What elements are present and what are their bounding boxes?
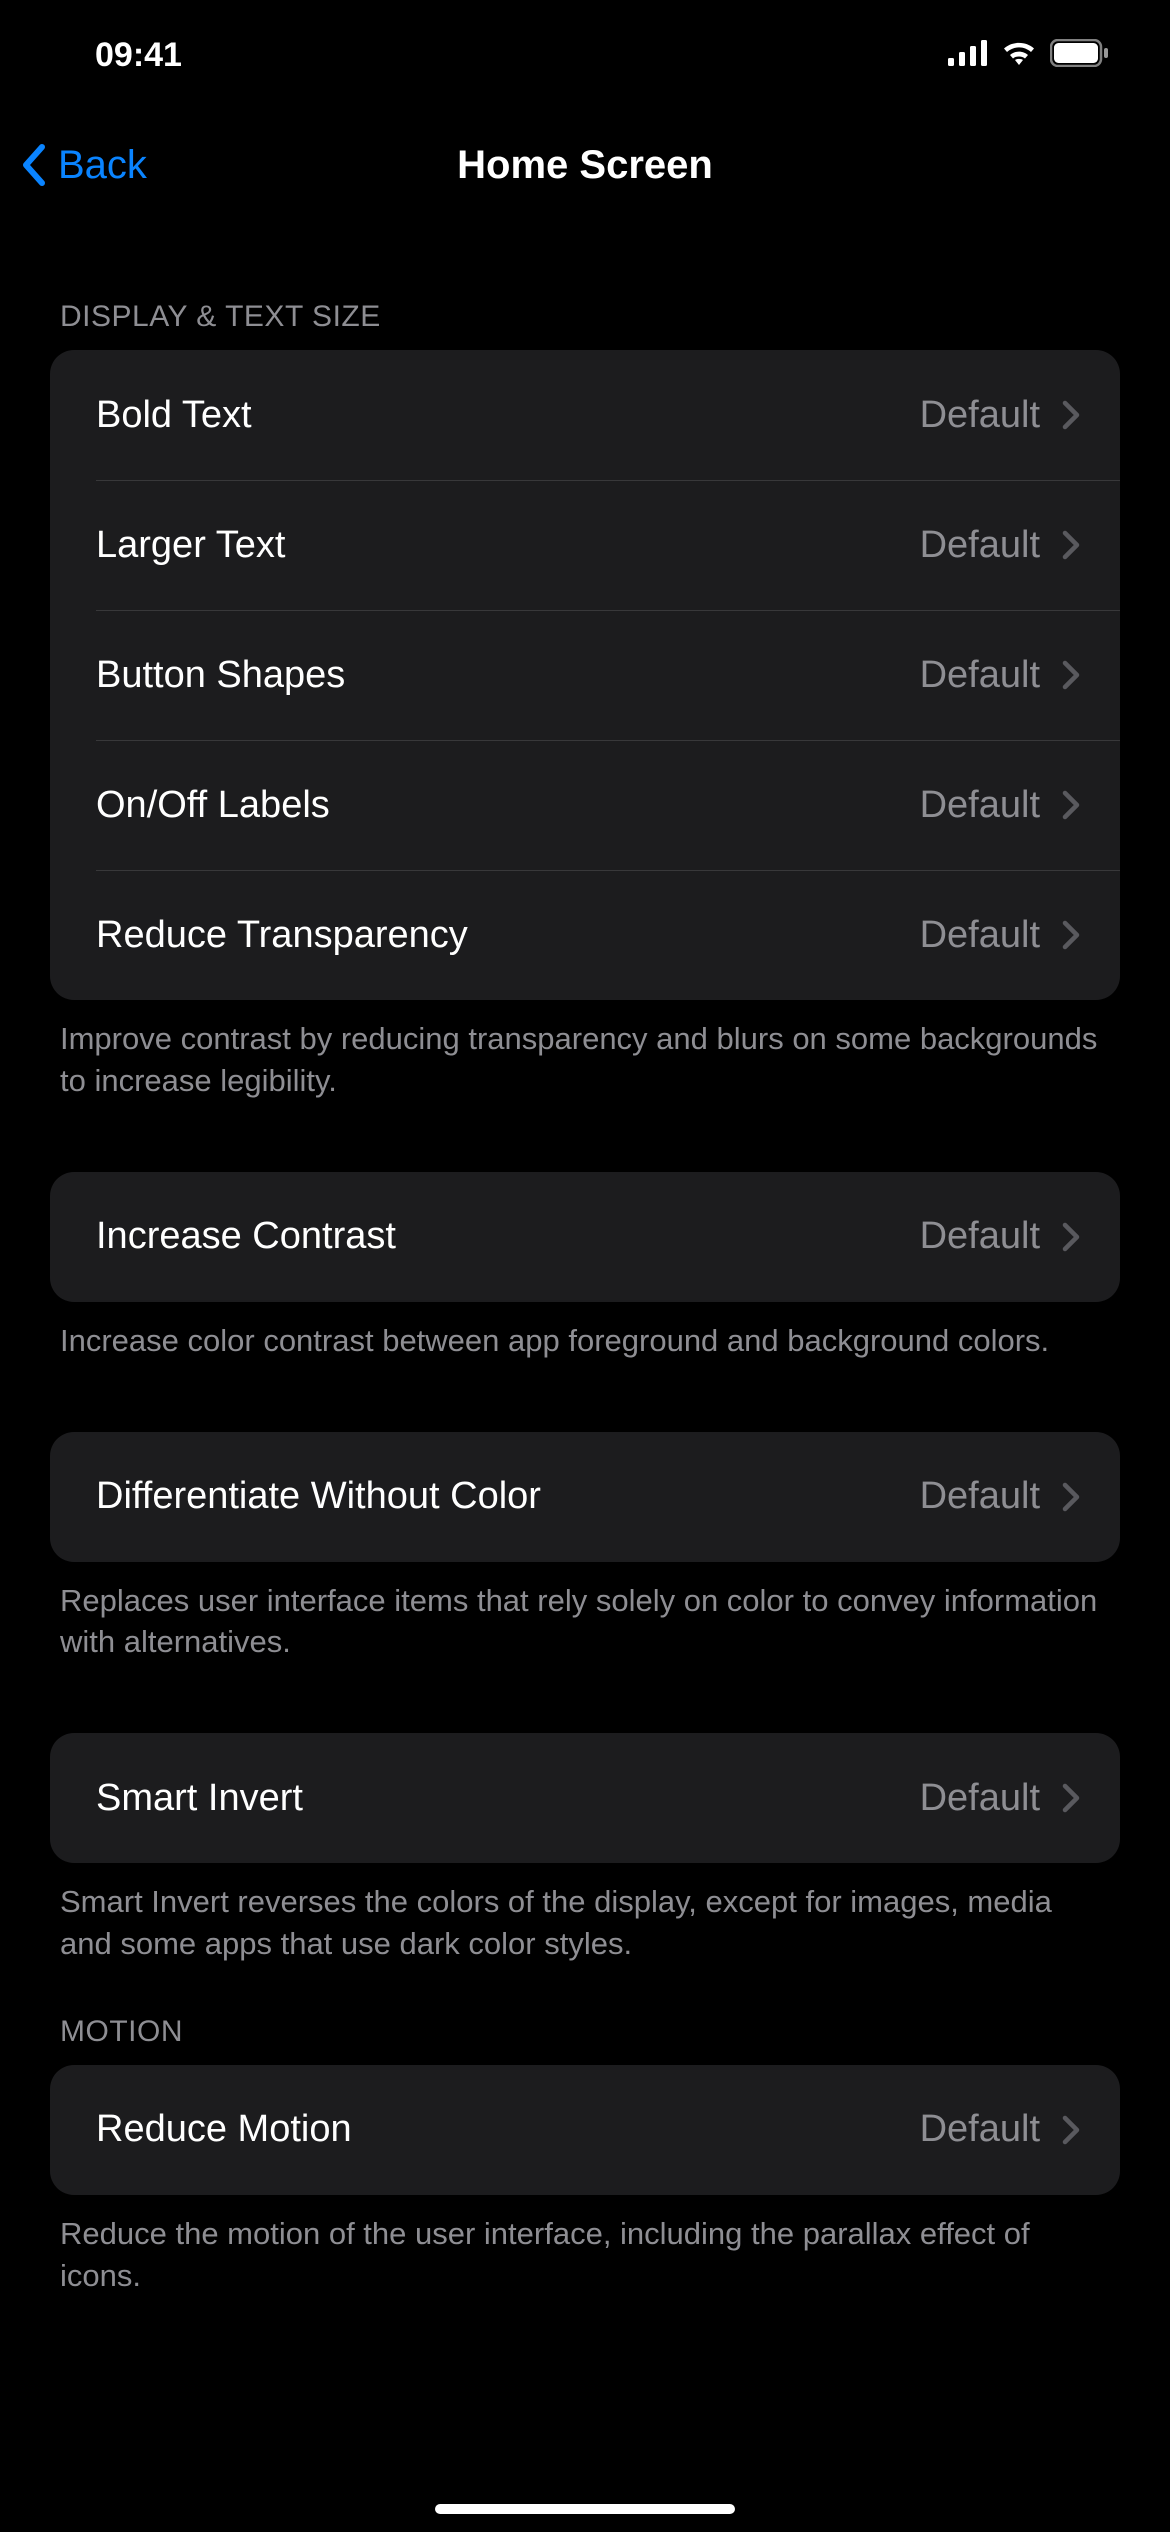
row-label: Differentiate Without Color	[96, 1475, 541, 1518]
settings-group: Reduce Motion Default	[50, 2065, 1120, 2195]
row-differentiate-without-color[interactable]: Differentiate Without Color Default	[50, 1432, 1120, 1562]
group-footer: Smart Invert reverses the colors of the …	[0, 1863, 1170, 1965]
back-button[interactable]: Back	[20, 143, 147, 188]
cellular-icon	[948, 40, 988, 71]
status-time: 09:41	[95, 36, 182, 75]
row-value: Default	[920, 1475, 1040, 1518]
settings-group: Differentiate Without Color Default	[50, 1432, 1120, 1562]
chevron-right-icon	[1062, 530, 1080, 560]
row-label: Reduce Transparency	[96, 914, 468, 957]
chevron-right-icon	[1062, 1222, 1080, 1252]
row-label: Bold Text	[96, 394, 252, 437]
row-label: Button Shapes	[96, 654, 345, 697]
row-value: Default	[920, 1777, 1040, 1820]
row-onoff-labels[interactable]: On/Off Labels Default	[50, 740, 1120, 870]
settings-group: Bold Text Default Larger Text Default Bu…	[50, 350, 1120, 1000]
page-title: Home Screen	[457, 143, 713, 188]
group-footer: Reduce the motion of the user interface,…	[0, 2195, 1170, 2297]
row-value: Default	[920, 784, 1040, 827]
home-indicator[interactable]	[435, 2504, 735, 2514]
group-footer: Replaces user interface items that rely …	[0, 1562, 1170, 1664]
row-value: Default	[920, 654, 1040, 697]
row-value: Default	[920, 914, 1040, 957]
nav-bar: Back Home Screen	[0, 110, 1170, 220]
row-label: Larger Text	[96, 524, 285, 567]
battery-icon	[1050, 39, 1110, 72]
status-bar: 09:41	[0, 0, 1170, 110]
row-bold-text[interactable]: Bold Text Default	[50, 350, 1120, 480]
row-value: Default	[920, 1215, 1040, 1258]
row-label: Reduce Motion	[96, 2108, 352, 2151]
status-icons	[948, 39, 1110, 72]
row-value: Default	[920, 524, 1040, 567]
chevron-right-icon	[1062, 790, 1080, 820]
chevron-right-icon	[1062, 400, 1080, 430]
row-value: Default	[920, 2108, 1040, 2151]
row-label: Smart Invert	[96, 1777, 303, 1820]
chevron-right-icon	[1062, 660, 1080, 690]
row-reduce-motion[interactable]: Reduce Motion Default	[50, 2065, 1120, 2195]
content: DISPLAY & TEXT SIZE Bold Text Default La…	[0, 220, 1170, 2297]
row-label: On/Off Labels	[96, 784, 330, 827]
chevron-right-icon	[1062, 1783, 1080, 1813]
section-header-motion: MOTION	[0, 1965, 1170, 2065]
row-reduce-transparency[interactable]: Reduce Transparency Default	[50, 870, 1120, 1000]
row-increase-contrast[interactable]: Increase Contrast Default	[50, 1172, 1120, 1302]
settings-group: Smart Invert Default	[50, 1733, 1120, 1863]
row-smart-invert[interactable]: Smart Invert Default	[50, 1733, 1120, 1863]
chevron-right-icon	[1062, 2115, 1080, 2145]
chevron-left-icon	[20, 143, 50, 187]
row-button-shapes[interactable]: Button Shapes Default	[50, 610, 1120, 740]
wifi-icon	[1000, 39, 1038, 72]
row-label: Increase Contrast	[96, 1215, 396, 1258]
chevron-right-icon	[1062, 920, 1080, 950]
chevron-right-icon	[1062, 1482, 1080, 1512]
section-header-display: DISPLAY & TEXT SIZE	[0, 270, 1170, 350]
row-larger-text[interactable]: Larger Text Default	[50, 480, 1120, 610]
back-label: Back	[58, 143, 147, 188]
settings-group: Increase Contrast Default	[50, 1172, 1120, 1302]
row-value: Default	[920, 394, 1040, 437]
group-footer: Increase color contrast between app fore…	[0, 1302, 1170, 1362]
group-footer: Improve contrast by reducing transparenc…	[0, 1000, 1170, 1102]
